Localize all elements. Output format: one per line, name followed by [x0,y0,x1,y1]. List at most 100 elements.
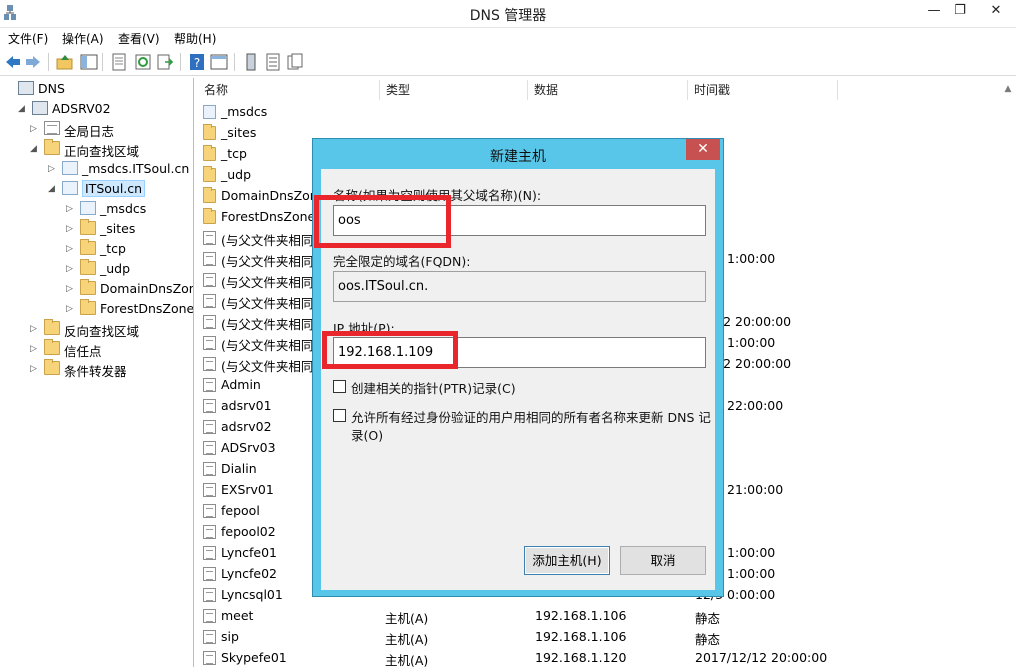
minimize-button[interactable]: — [920,0,948,24]
record-icon [203,315,216,329]
folder-icon [44,319,60,335]
col-data[interactable]: 数据 [528,80,688,100]
tree-item-label: DomainDnsZones [100,281,193,296]
cell-name: ADSrv03 [221,440,276,455]
add-host-button[interactable]: 添加主机(H) [524,546,610,575]
tree-item-label: _tcp [100,241,126,256]
record-icon [203,651,216,665]
folder-icon [44,139,60,155]
expand-arrow-icon[interactable]: ▷ [66,222,76,236]
menu-file[interactable]: 文件(F) [8,30,48,47]
list-item[interactable]: Skypefe01 主机(A) 192.168.1.120 2017/12/12 20… [198,647,1016,667]
cell-name: (与父文件夹相同) [221,254,319,269]
scroll-up-arrow-icon[interactable]: ▲ [1000,80,1016,98]
cell-name: adsrv01 [221,398,272,413]
cell-data: 192.168.1.120 [535,650,627,665]
expand-arrow-icon[interactable]: ▷ [66,262,76,276]
close-button[interactable]: ✕ [982,0,1010,24]
col-type[interactable]: 类型 [380,80,528,100]
ptr-checkbox[interactable] [333,380,346,393]
folder-icon [44,359,60,375]
record-icon [203,231,216,245]
list-item[interactable]: meet 主机(A) 192.168.1.106 静态 [198,605,1016,626]
log-icon [44,121,60,135]
folder-icon [203,187,216,203]
fqdn-label: 完全限定的域名(FQDN): [333,254,471,269]
cell-name: (与父文件夹相同) [221,359,319,374]
export-icon[interactable] [156,53,174,71]
refresh-icon[interactable] [134,53,152,71]
expand-arrow-icon[interactable]: ▷ [66,302,76,316]
record-icon [203,483,216,497]
server-icon [32,101,48,115]
tree-item-label: _msdcs.ITSoul.cn [82,161,190,176]
record-icon [203,441,216,455]
list-item[interactable]: sip 主机(A) 192.168.1.106 静态 [198,626,1016,647]
cell-type: 主机(A) [385,653,429,667]
cell-name: (与父文件夹相同) [221,317,319,332]
dialog-close-button[interactable]: ✕ [686,139,720,160]
cell-name: (与父文件夹相同) [221,275,319,290]
expand-arrow-icon[interactable]: ▷ [30,362,40,376]
menu-view[interactable]: 查看(V) [118,30,160,47]
record-icon [203,420,216,434]
fqdn-field: oos.ITSoul.cn. [333,271,706,302]
help-icon[interactable]: ? [188,53,206,71]
record-icon [203,252,216,266]
list-item[interactable]: _msdcs [198,101,1016,122]
tree-item-label: 正向查找区域 [64,144,140,159]
svg-text:?: ? [194,56,200,70]
console-tree: DNS ◢ ADSRV02 ▷ 全局日志 ◢ 正向查找区域 ▷ _msdcs.ITSoul.cn… [0,78,194,667]
auth-update-checkbox[interactable] [333,409,346,422]
cell-data: 192.168.1.106 [535,629,627,644]
server-icon[interactable] [242,53,260,71]
cell-name: _udp [221,167,252,182]
expand-arrow-icon[interactable]: ◢ [48,182,58,196]
col-name[interactable]: 名称 [198,80,380,100]
expand-arrow-icon[interactable] [4,82,14,96]
cell-ts: 2017/12/12 20:00:00 [695,650,828,665]
forward-arrow-icon[interactable] [24,53,42,71]
expand-arrow-icon[interactable]: ◢ [30,142,40,156]
folder-icon [80,259,96,275]
record-icon [203,567,216,581]
cell-name: fepool02 [221,524,276,539]
expand-arrow-icon[interactable]: ▷ [66,242,76,256]
record-icon [203,357,216,371]
maximize-button[interactable]: ❐ [946,0,974,24]
show-tree-icon[interactable] [80,53,98,71]
zone-icon [80,201,96,215]
menu-action[interactable]: 操作(A) [62,30,104,47]
properties-icon[interactable] [110,53,128,71]
tree-item-label: _udp [100,261,131,276]
expand-arrow-icon[interactable]: ▷ [30,322,40,336]
cell-name: (与父文件夹相同) [221,233,319,248]
back-arrow-icon[interactable] [4,53,22,71]
menu-help[interactable]: 帮助(H) [174,30,216,47]
record-icon [203,273,216,287]
expand-arrow-icon[interactable]: ▷ [30,122,40,136]
expand-arrow-icon[interactable]: ▷ [66,282,76,296]
list-icon[interactable] [264,53,282,71]
cell-name: EXSrv01 [221,482,274,497]
cell-name: adsrv02 [221,419,272,434]
expand-arrow-icon[interactable]: ▷ [48,162,58,176]
folder-icon [80,299,96,315]
expand-arrow-icon[interactable]: ◢ [18,102,28,116]
col-timestamp[interactable]: 时间戳 [688,80,838,100]
folder-icon [203,166,216,182]
record-icon [203,462,216,476]
cell-data: 192.168.1.106 [535,608,627,623]
console-icon[interactable] [210,53,228,71]
cancel-button[interactable]: 取消 [620,546,706,575]
expand-arrow-icon[interactable]: ▷ [30,342,40,356]
up-folder-icon[interactable] [56,53,74,71]
cell-name: Admin [221,377,261,392]
folder-icon [80,279,96,295]
tree-item-label: ITSoul.cn [82,180,146,197]
tree-item-label: _sites [100,221,136,236]
copy-icon[interactable] [286,53,304,71]
expand-arrow-icon[interactable]: ▷ [66,202,76,216]
folder-icon [44,339,60,355]
cell-name: ForestDnsZones [221,209,322,224]
